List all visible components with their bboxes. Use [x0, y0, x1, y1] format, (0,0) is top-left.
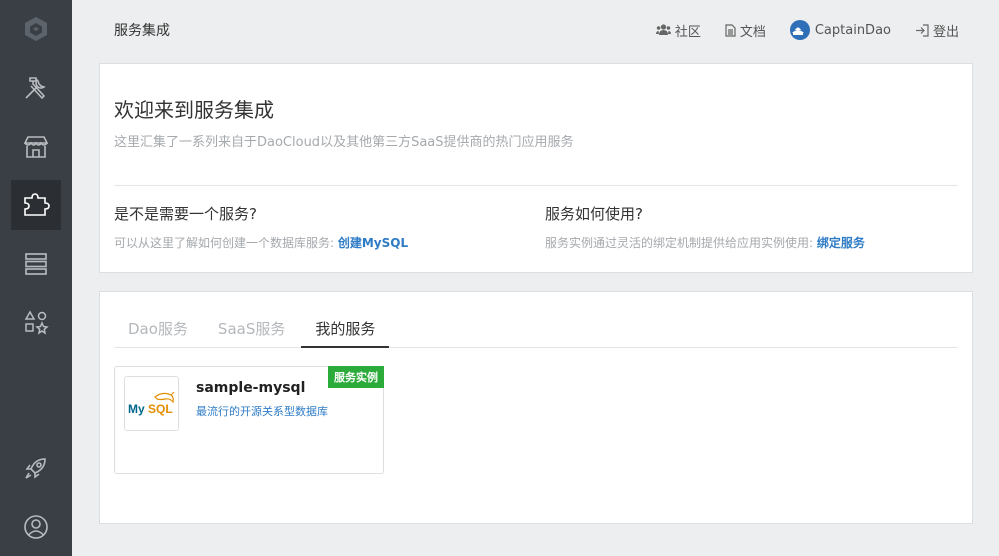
- bind-service-link[interactable]: 绑定服务: [817, 236, 865, 250]
- welcome-description: 这里汇集了一系列来自于DaoCloud以及其他第三方SaaS提供商的热门应用服务: [114, 135, 574, 150]
- document-icon: [725, 23, 736, 37]
- logout-icon: [915, 23, 929, 37]
- svg-text:SQL: SQL: [148, 402, 173, 416]
- user-avatar-icon: [789, 20, 810, 40]
- user-icon[interactable]: [11, 502, 61, 552]
- create-service-section: 是不是需要一个服务? 可以从这里了解如何创建一个数据库服务: 创建MySQL: [114, 203, 408, 251]
- users-icon: [655, 24, 671, 35]
- use-service-section: 服务如何使用? 服务实例通过灵活的绑定机制提供给应用实例使用: 绑定服务: [545, 203, 865, 251]
- tab-my-services[interactable]: 我的服务: [301, 308, 390, 348]
- logout-link[interactable]: 登出: [915, 21, 959, 40]
- service-instance-card[interactable]: My SQL sample-mysql 最流行的开源关系型数据库 服务实例: [114, 366, 384, 474]
- top-bar: 服务集成 社区 文档 CaptainDao 登出: [72, 0, 999, 60]
- welcome-title: 欢迎来到服务集成: [114, 98, 274, 122]
- top-links: 社区 文档 CaptainDao 登出: [632, 20, 959, 40]
- community-link[interactable]: 社区: [655, 21, 701, 40]
- user-name: CaptainDao: [814, 22, 891, 38]
- server-icon[interactable]: [11, 239, 61, 289]
- status-badge: 服务实例: [328, 366, 384, 388]
- user-menu[interactable]: CaptainDao: [789, 20, 891, 40]
- create-service-text: 可以从这里了解如何创建一个数据库服务: 创建MySQL: [114, 236, 409, 250]
- welcome-card: 欢迎来到服务集成 这里汇集了一系列来自于DaoCloud以及其他第三方SaaS提…: [99, 63, 973, 273]
- logo-icon[interactable]: [11, 4, 61, 54]
- services-card: Dao服务 SaaS服务 我的服务 My SQL sample-mysql 最流…: [99, 291, 973, 524]
- community-label: 社区: [674, 24, 701, 40]
- tab-dao-services[interactable]: Dao服务: [114, 308, 202, 348]
- service-tabs: Dao服务 SaaS服务 我的服务: [114, 308, 958, 348]
- rocket-icon[interactable]: [11, 443, 61, 493]
- sidebar: [0, 0, 72, 556]
- logout-label: 登出: [932, 24, 959, 40]
- puzzle-icon[interactable]: [11, 180, 61, 230]
- create-service-title: 是不是需要一个服务?: [114, 205, 257, 223]
- service-description: 最流行的开源关系型数据库: [196, 405, 328, 418]
- divider: [114, 185, 958, 186]
- tools-icon[interactable]: [11, 63, 61, 113]
- mysql-logo: My SQL: [124, 376, 179, 431]
- use-service-title: 服务如何使用?: [545, 205, 643, 223]
- svg-text:My: My: [128, 402, 145, 416]
- page-title: 服务集成: [114, 23, 170, 39]
- use-service-text: 服务实例通过灵活的绑定机制提供给应用实例使用: 绑定服务: [545, 236, 865, 250]
- docs-link[interactable]: 文档: [725, 21, 766, 40]
- docs-label: 文档: [739, 24, 766, 40]
- shapes-icon[interactable]: [11, 297, 61, 347]
- tab-saas-services[interactable]: SaaS服务: [204, 308, 299, 348]
- create-mysql-link[interactable]: 创建MySQL: [338, 236, 408, 250]
- service-name: sample-mysql: [196, 380, 306, 396]
- store-icon[interactable]: [11, 122, 61, 172]
